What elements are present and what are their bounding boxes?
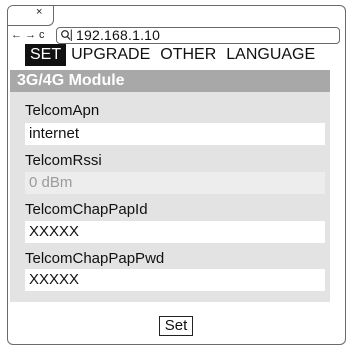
back-arrow-icon[interactable]: ← xyxy=(11,28,22,42)
main-menu: SET UPGRADE OTHER LANGUAGE xyxy=(25,44,320,66)
address-bar[interactable]: 192.168.1.10 xyxy=(56,27,340,44)
reload-icon[interactable]: c xyxy=(39,28,45,42)
search-icon xyxy=(61,29,72,41)
module-settings-panel: 3G/4G Module TelcomApn internet TelcomRs… xyxy=(10,70,330,302)
telcom-apn-label: TelcomApn xyxy=(25,102,100,119)
url-text: 192.168.1.10 xyxy=(76,27,161,43)
tab-strip: × xyxy=(8,6,345,26)
telcom-apn-input[interactable]: internet xyxy=(25,123,325,145)
telcom-rssi-label: TelcomRssi xyxy=(25,152,102,169)
forward-arrow-icon[interactable]: → xyxy=(25,28,36,42)
telcom-chap-pap-id-label: TelcomChapPapId xyxy=(25,201,148,218)
close-icon[interactable]: × xyxy=(36,7,42,18)
browser-toolbar: ← → c 192.168.1.10 xyxy=(8,26,345,46)
browser-tab[interactable]: × xyxy=(8,6,54,26)
panel-title: 3G/4G Module xyxy=(10,70,330,92)
telcom-rssi-input: 0 dBm xyxy=(25,172,325,194)
menu-item-upgrade[interactable]: UPGRADE xyxy=(66,44,155,66)
telcom-chap-pap-pwd-label: TelcomChapPapPwd xyxy=(25,250,165,267)
set-button[interactable]: Set xyxy=(159,316,193,336)
telcom-chap-pap-id-input[interactable]: XXXXX xyxy=(25,221,325,243)
telcom-chap-pap-pwd-input[interactable]: XXXXX xyxy=(25,269,325,291)
menu-item-other[interactable]: OTHER xyxy=(155,44,221,66)
menu-item-language[interactable]: LANGUAGE xyxy=(221,44,320,66)
menu-item-set[interactable]: SET xyxy=(25,44,67,66)
